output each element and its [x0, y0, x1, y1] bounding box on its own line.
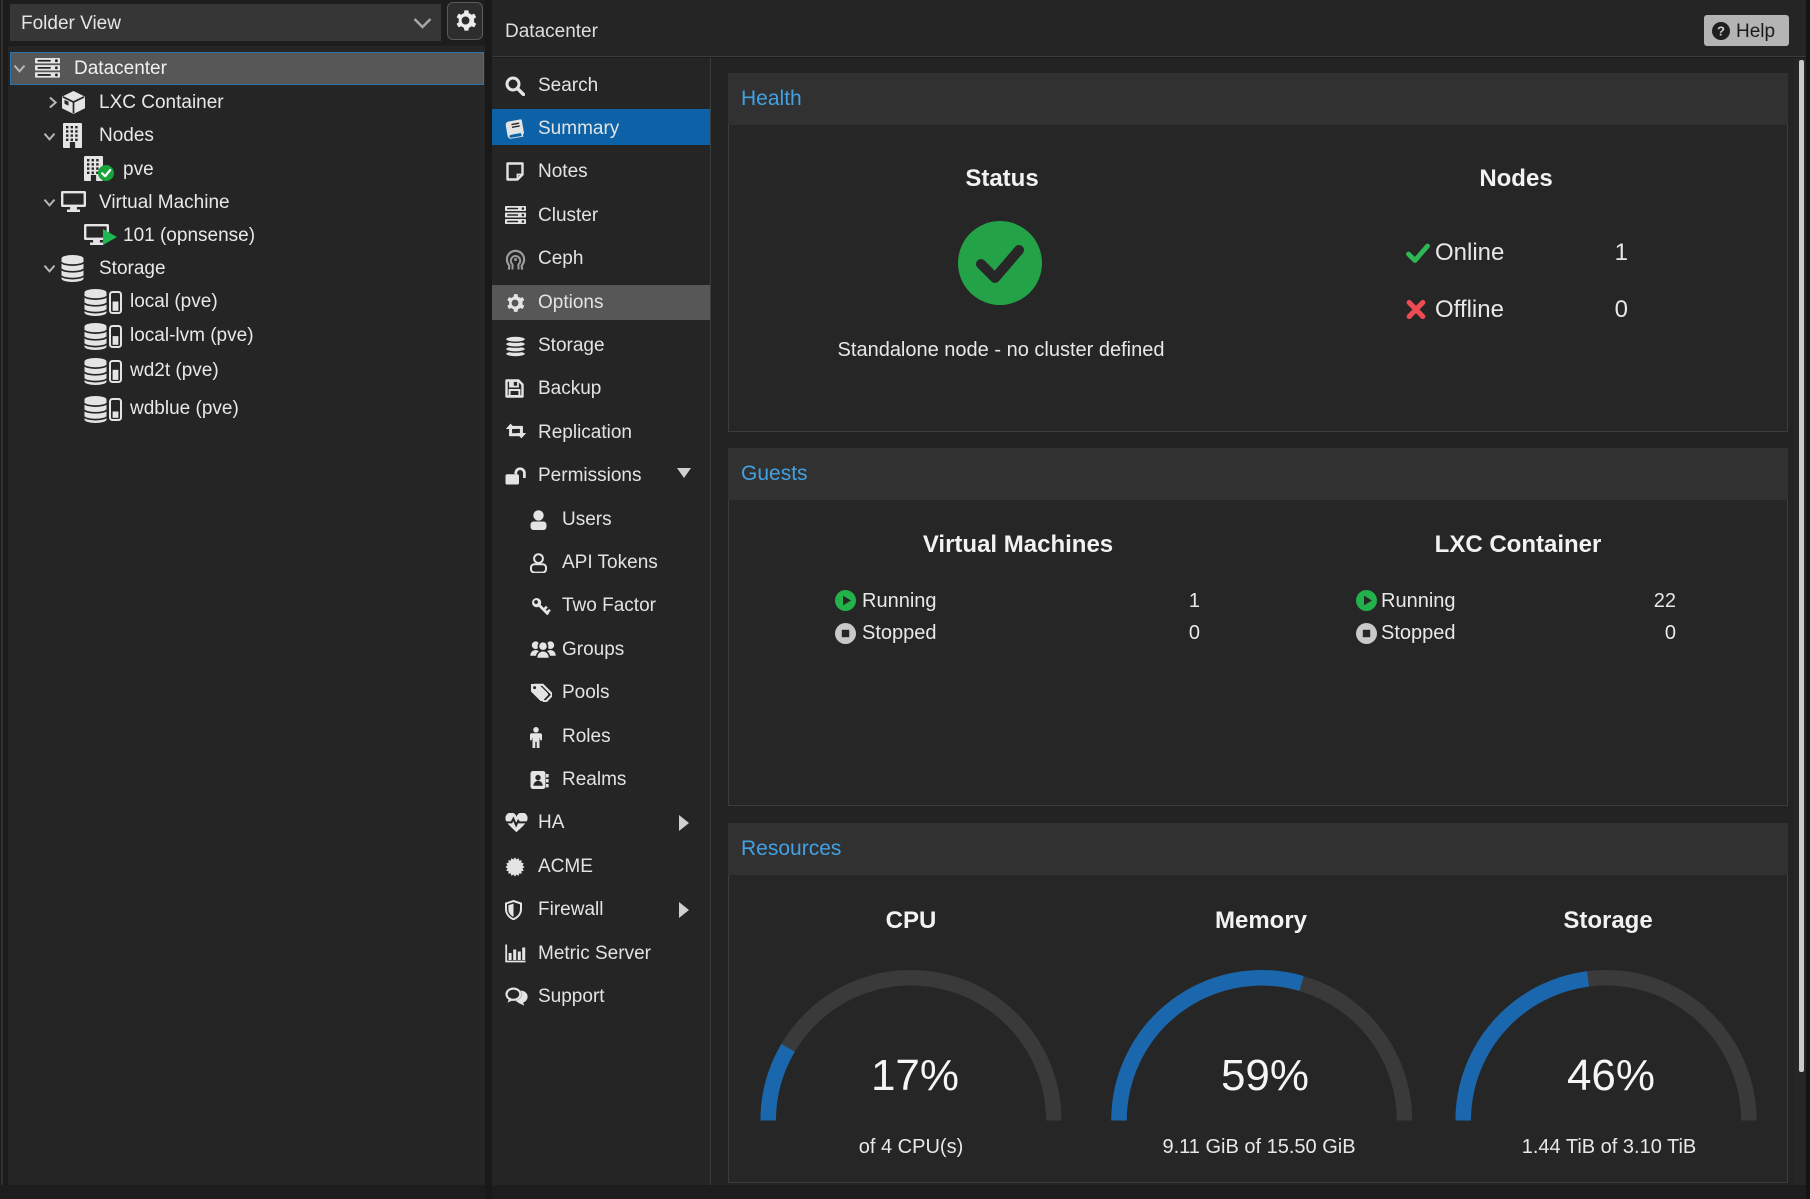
svg-text:?: ? — [1717, 24, 1725, 39]
